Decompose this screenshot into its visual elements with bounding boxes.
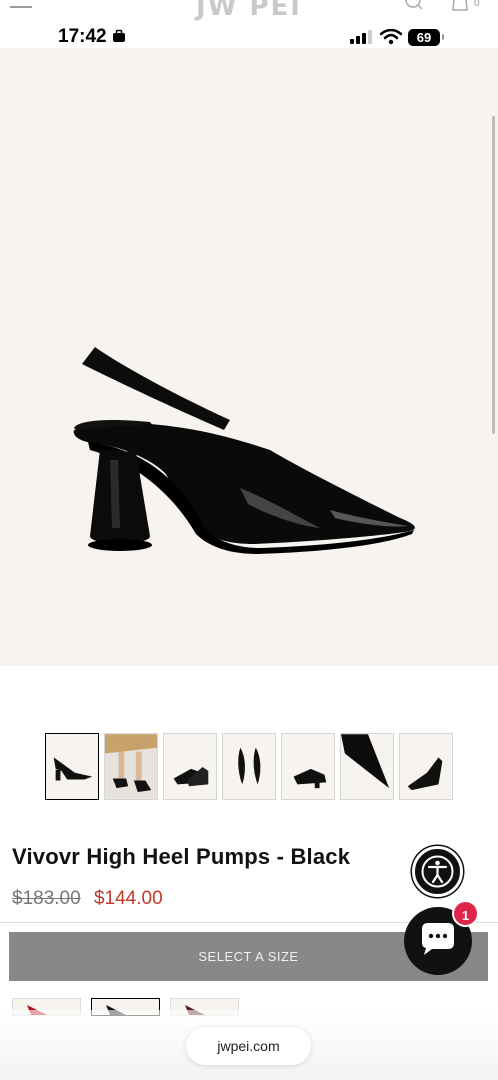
price-sale: $144.00 — [93, 888, 163, 909]
price-row: $183.00 $144.00 — [12, 888, 163, 910]
status-icons: 69 — [350, 27, 444, 47]
scroll-indicator — [492, 116, 495, 434]
site-header: JW PEI 0 — [0, 0, 498, 22]
cart-icon[interactable] — [450, 0, 470, 12]
shoe-toe-closeup-icon — [341, 734, 390, 789]
status-bar: 17:42 69 — [0, 22, 498, 48]
shoe-angle-icon — [407, 757, 443, 791]
shoe-side-icon — [53, 757, 93, 781]
thumbnail-7[interactable] — [399, 733, 453, 800]
search-icon[interactable] — [404, 0, 424, 12]
model-legs-icon — [105, 734, 157, 799]
url-bar[interactable]: jwpei.com — [186, 1027, 311, 1065]
shoe-top-icon — [238, 747, 261, 785]
wifi-icon — [380, 29, 402, 45]
thumbnail-6[interactable] — [340, 733, 394, 800]
shoe-back-icon — [293, 768, 327, 789]
thumbnail-3[interactable] — [163, 733, 217, 800]
shoe-image — [73, 347, 415, 554]
thumbnail-1[interactable] — [45, 733, 99, 800]
cart-count: 0 — [474, 0, 480, 9]
thumbnail-strip — [45, 733, 453, 800]
product-hero-image[interactable] — [0, 48, 498, 666]
accessibility-icon — [421, 855, 454, 888]
signal-icon — [350, 30, 372, 44]
briefcase-icon — [112, 29, 125, 42]
thumbnail-2[interactable] — [104, 733, 158, 800]
chat-notification-badge: 1 — [452, 900, 479, 927]
thumbnail-4[interactable] — [222, 733, 276, 800]
price-original: $183.00 — [12, 888, 81, 909]
battery-indicator: 69 — [408, 28, 444, 46]
status-time: 17:42 — [58, 26, 126, 48]
shoe-pair-icon — [173, 766, 209, 787]
accessibility-button[interactable] — [412, 846, 463, 897]
thumbnail-5[interactable] — [281, 733, 335, 800]
product-title: Vivovr High Heel Pumps - Black — [12, 844, 351, 869]
